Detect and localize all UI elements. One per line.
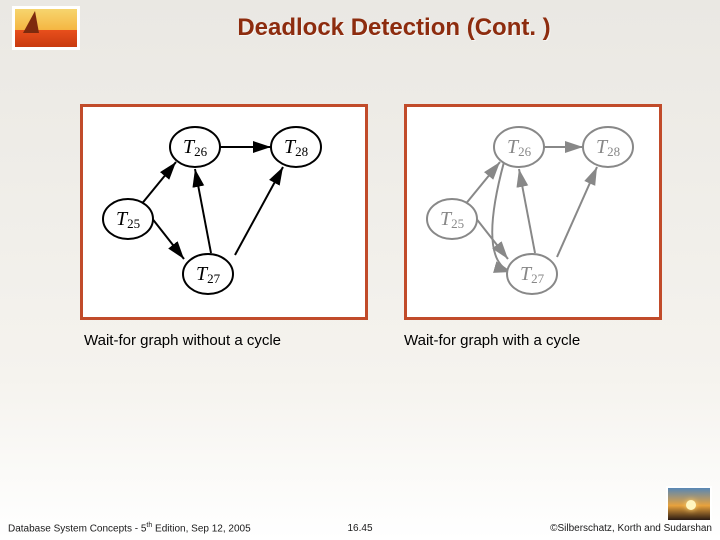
footer-copyright: ©Silberschatz, Korth and Sudarshan xyxy=(373,523,712,534)
diagram-left: T26 T28 T25 T27 xyxy=(80,104,368,320)
waitfor-graph-right: T26 T28 T25 T27 xyxy=(407,107,659,317)
footer-page: 16.45 xyxy=(347,523,372,534)
caption-row: Wait-for graph without a cycle Wait-for … xyxy=(80,332,680,349)
slide-title: Deadlock Detection (Cont. ) xyxy=(80,14,708,42)
waitfor-graph-left: T26 T28 T25 T27 xyxy=(83,107,365,317)
sun-icon xyxy=(686,500,696,510)
sail-shape xyxy=(23,11,39,33)
caption-right: Wait-for graph with a cycle xyxy=(404,332,662,349)
header: Deadlock Detection (Cont. ) xyxy=(0,0,720,56)
diagram-right: T26 T28 T25 T27 xyxy=(404,104,662,320)
caption-left: Wait-for graph without a cycle xyxy=(80,332,368,349)
footer-left: Database System Concepts - 5th Edition, … xyxy=(8,522,347,534)
footer-date: Edition, Sep 12, 2005 xyxy=(152,523,250,534)
sailboat-logo xyxy=(12,6,80,50)
footer: Database System Concepts - 5th Edition, … xyxy=(0,522,720,534)
sunset-thumbnail xyxy=(666,486,712,522)
footer-book: Database System Concepts - 5 xyxy=(8,523,146,534)
diagram-row: T26 T28 T25 T27 T26 xyxy=(80,104,680,320)
